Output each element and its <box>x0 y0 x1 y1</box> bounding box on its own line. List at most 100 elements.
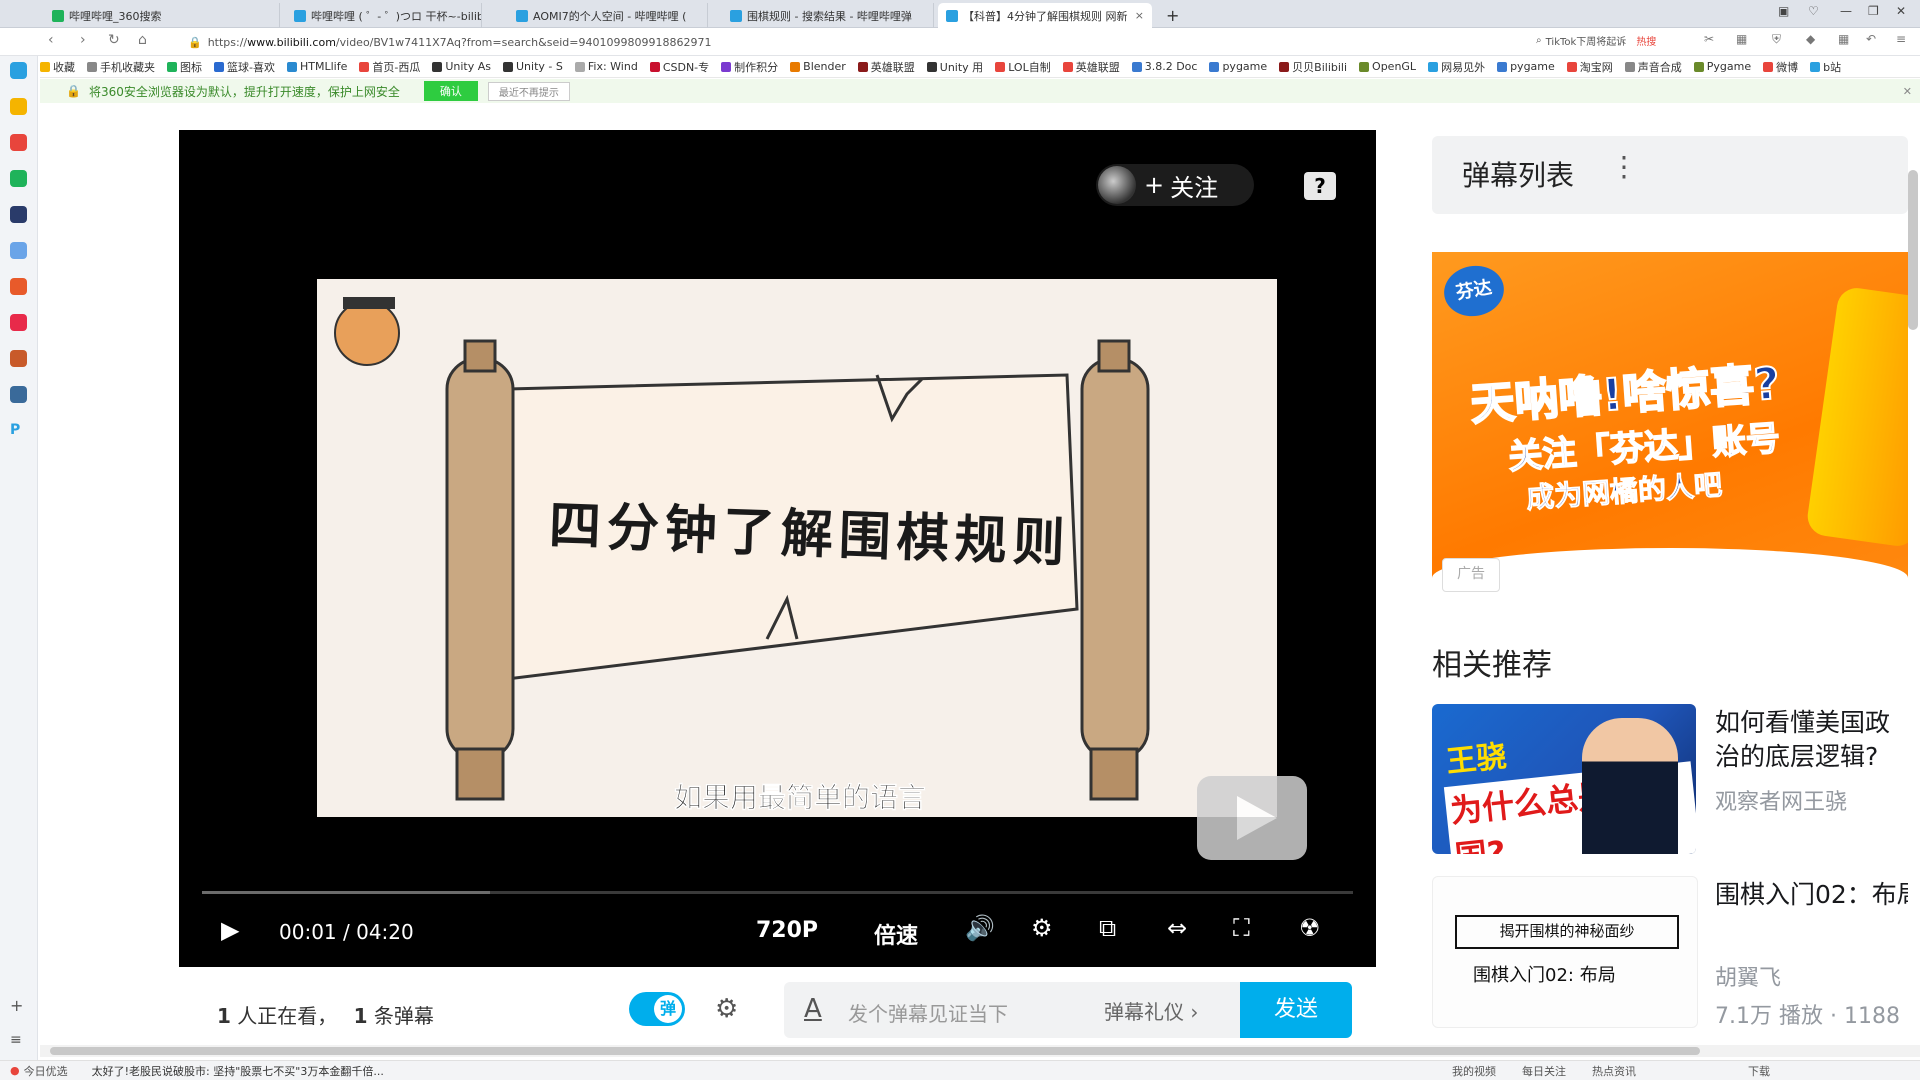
tab-search-results[interactable]: 围棋规则 - 搜索结果 - 哔哩哔哩弹 <box>722 3 934 28</box>
bookmark-item[interactable]: Unity 用 <box>926 59 983 75</box>
bookmark-item[interactable]: CSDN-专 <box>649 59 709 75</box>
volume-icon[interactable]: 🔊 <box>965 914 995 942</box>
tab-current-video[interactable]: 【科普】4分钟了解围棋规则 网新 × <box>938 3 1152 28</box>
bookmark-item[interactable]: Unity As <box>432 60 491 73</box>
add-icon[interactable]: + <box>10 996 27 1015</box>
menu-icon[interactable]: ≡ <box>10 1032 27 1049</box>
star-icon[interactable] <box>10 98 27 115</box>
related-video-card[interactable]: 王骁 为什么总是美国? 如何看懂美国政治的底层逻辑? 观察者网王骁 <box>1432 704 1908 854</box>
close-icon[interactable]: ✕ <box>1903 85 1912 98</box>
address-bar[interactable]: 🔒 https://www.bilibili.com/video/BV1w741… <box>188 32 1458 52</box>
restore-icon[interactable]: ❐ <box>1868 4 1879 18</box>
bookmark-item[interactable]: Fix: Wind <box>574 60 638 73</box>
bookmark-item[interactable]: 制作积分 <box>721 59 778 75</box>
video-title[interactable]: 如何看懂美国政治的底层逻辑? <box>1715 706 1908 774</box>
uploader-name[interactable]: 胡翼飞 <box>1715 960 1908 992</box>
news-ticker[interactable]: 太好了!老股民说破股市: 坚持"股票七不买"3万本金翻千倍... <box>92 1063 384 1079</box>
danmaku-toggle[interactable]: 弹 <box>629 992 685 1026</box>
pip-icon[interactable]: ⧉ <box>1099 914 1116 942</box>
bookmark-item[interactable]: 声音合成 <box>1624 59 1682 75</box>
minimize-icon[interactable]: — <box>1840 4 1852 18</box>
extension-icon[interactable]: ▦ <box>1736 32 1747 46</box>
search-box[interactable]: ⌕ TikTok下周将起诉 热搜 <box>1536 33 1656 48</box>
home-icon[interactable]: ⌂ <box>138 32 147 48</box>
danmaku-list-header[interactable]: 弹幕列表 ⋮ <box>1432 136 1908 214</box>
bookmark-item[interactable]: pygame <box>1497 60 1555 73</box>
pay-icon[interactable]: P <box>10 422 27 439</box>
bookmark-item[interactable]: 收藏 <box>40 59 75 75</box>
undo-icon[interactable]: ↶ <box>1866 32 1876 46</box>
bookmark-item[interactable]: 英雄联盟 <box>1062 59 1120 75</box>
mail-icon[interactable] <box>10 170 27 187</box>
bookmark-item[interactable]: 手机收藏夹 <box>87 59 155 75</box>
video-thumbnail[interactable]: 揭开围棋的神秘面纱 围棋入门02: 布局 <box>1432 876 1698 1028</box>
picture-icon[interactable] <box>10 386 27 403</box>
help-icon[interactable]: ? <box>1304 172 1336 200</box>
shield-icon[interactable]: ⛨ <box>1772 32 1781 47</box>
tab-360-search[interactable]: 哔哩哔哩_360搜索 <box>44 3 280 28</box>
bookmark-item[interactable]: OpenGL <box>1359 60 1416 73</box>
bookmark-item[interactable]: 3.8.2 Doc <box>1131 60 1197 73</box>
bookmark-item[interactable]: Unity - S <box>503 60 563 73</box>
close-tab-icon[interactable]: × <box>1135 9 1144 22</box>
new-tab-button[interactable]: + <box>1158 3 1182 28</box>
fullscreen-icon[interactable]: ⛶ <box>1233 914 1250 942</box>
vertical-scrollbar[interactable] <box>1908 170 1918 330</box>
bookmark-item[interactable]: 网易见外 <box>1428 59 1485 75</box>
bookmark-item[interactable]: Pygame <box>1693 60 1751 73</box>
notice-dismiss-button[interactable]: 最近不再提示 <box>487 81 570 101</box>
bookmark-item[interactable]: 篮球-喜欢 <box>214 59 275 75</box>
bookmark-item[interactable]: HTMLlife <box>286 60 347 73</box>
forward-icon[interactable]: › <box>80 32 86 48</box>
play-icon[interactable]: ▶ <box>221 916 239 944</box>
cut-icon[interactable]: ✂ <box>1704 32 1714 46</box>
horizontal-scrollbar[interactable] <box>40 1045 1920 1057</box>
follow-button[interactable]: + 关注 <box>1096 164 1254 206</box>
play-overlay-icon[interactable] <box>1197 776 1307 860</box>
shirt-icon[interactable]: ♡ <box>1808 4 1819 18</box>
menu-icon[interactable]: ≡ <box>1896 32 1906 46</box>
weibo-icon[interactable] <box>10 134 27 151</box>
doc-icon[interactable] <box>10 242 27 259</box>
video-thumbnail[interactable]: 王骁 为什么总是美国? <box>1432 704 1696 854</box>
video-title[interactable]: 围棋入门02：布局 <box>1715 878 1908 912</box>
bookmark-item[interactable]: b站 <box>1810 59 1841 75</box>
video-icon[interactable] <box>10 314 27 331</box>
danmaku-etiquette-link[interactable]: 弹幕礼仪 › <box>1104 996 1198 1025</box>
shop-icon[interactable] <box>10 350 27 367</box>
speed-button[interactable]: 倍速 <box>874 918 918 950</box>
uploader-name[interactable]: 观察者网王骁 <box>1715 784 1908 816</box>
bookmark-item[interactable]: 淘宝网 <box>1566 59 1613 75</box>
danmaku-input[interactable]: A 发个弹幕见证当下 弹幕礼仪 › <box>784 982 1240 1038</box>
send-button[interactable]: 发送 <box>1240 982 1352 1038</box>
app-icon[interactable] <box>10 206 27 223</box>
bookmark-item[interactable]: 微博 <box>1763 59 1798 75</box>
reload-icon[interactable]: ↻ <box>108 32 120 48</box>
font-style-icon[interactable]: A <box>804 994 822 1024</box>
advertisement-banner[interactable]: 芬达 天呐噜!啥惊喜? 关注「芬达」账号 成为网橘的人吧 广告 <box>1432 252 1908 599</box>
tab-bilibili-home[interactable]: 哔哩哔哩 ( ゜- ゜)つロ 干杯~-bilib <box>286 3 482 28</box>
back-icon[interactable]: ‹ <box>48 32 54 48</box>
interaction-icon[interactable]: ☢ <box>1299 914 1321 942</box>
bookmark-item[interactable]: Blender <box>790 60 846 73</box>
quality-button[interactable]: 720P <box>756 918 818 943</box>
settings-icon[interactable]: ⚙ <box>1031 914 1053 942</box>
notice-confirm-button[interactable]: 确认 <box>423 81 478 101</box>
tab-user-space[interactable]: AOMI7的个人空间 - 哔哩哔哩 ( <box>508 3 708 28</box>
scroll-thumb[interactable] <box>50 1047 1700 1055</box>
related-video-card[interactable]: 揭开围棋的神秘面纱 围棋入门02: 布局 围棋入门02：布局 胡翼飞 7.1万 … <box>1432 876 1908 1029</box>
skin-icon[interactable]: ▣ <box>1778 4 1789 18</box>
bookmark-item[interactable]: 图标 <box>167 59 202 75</box>
close-window-icon[interactable]: ✕ <box>1896 4 1906 18</box>
bookmark-item[interactable]: LOL自制 <box>995 59 1051 75</box>
more-icon[interactable]: ⋮ <box>1610 150 1638 183</box>
game-icon[interactable]: ◆ <box>1806 32 1815 46</box>
bookmark-item[interactable]: 首页-西瓜 <box>359 59 420 75</box>
danmaku-settings-icon[interactable]: ⚙ <box>715 994 738 1024</box>
game-icon[interactable] <box>10 278 27 295</box>
bookmark-item[interactable]: 贝贝Bilibili <box>1279 59 1347 75</box>
sidebar-app-icon[interactable] <box>10 62 27 79</box>
grid-icon[interactable]: ▦ <box>1838 32 1849 46</box>
widescreen-icon[interactable]: ⇔ <box>1167 914 1187 942</box>
bookmark-item[interactable]: pygame <box>1209 60 1267 73</box>
